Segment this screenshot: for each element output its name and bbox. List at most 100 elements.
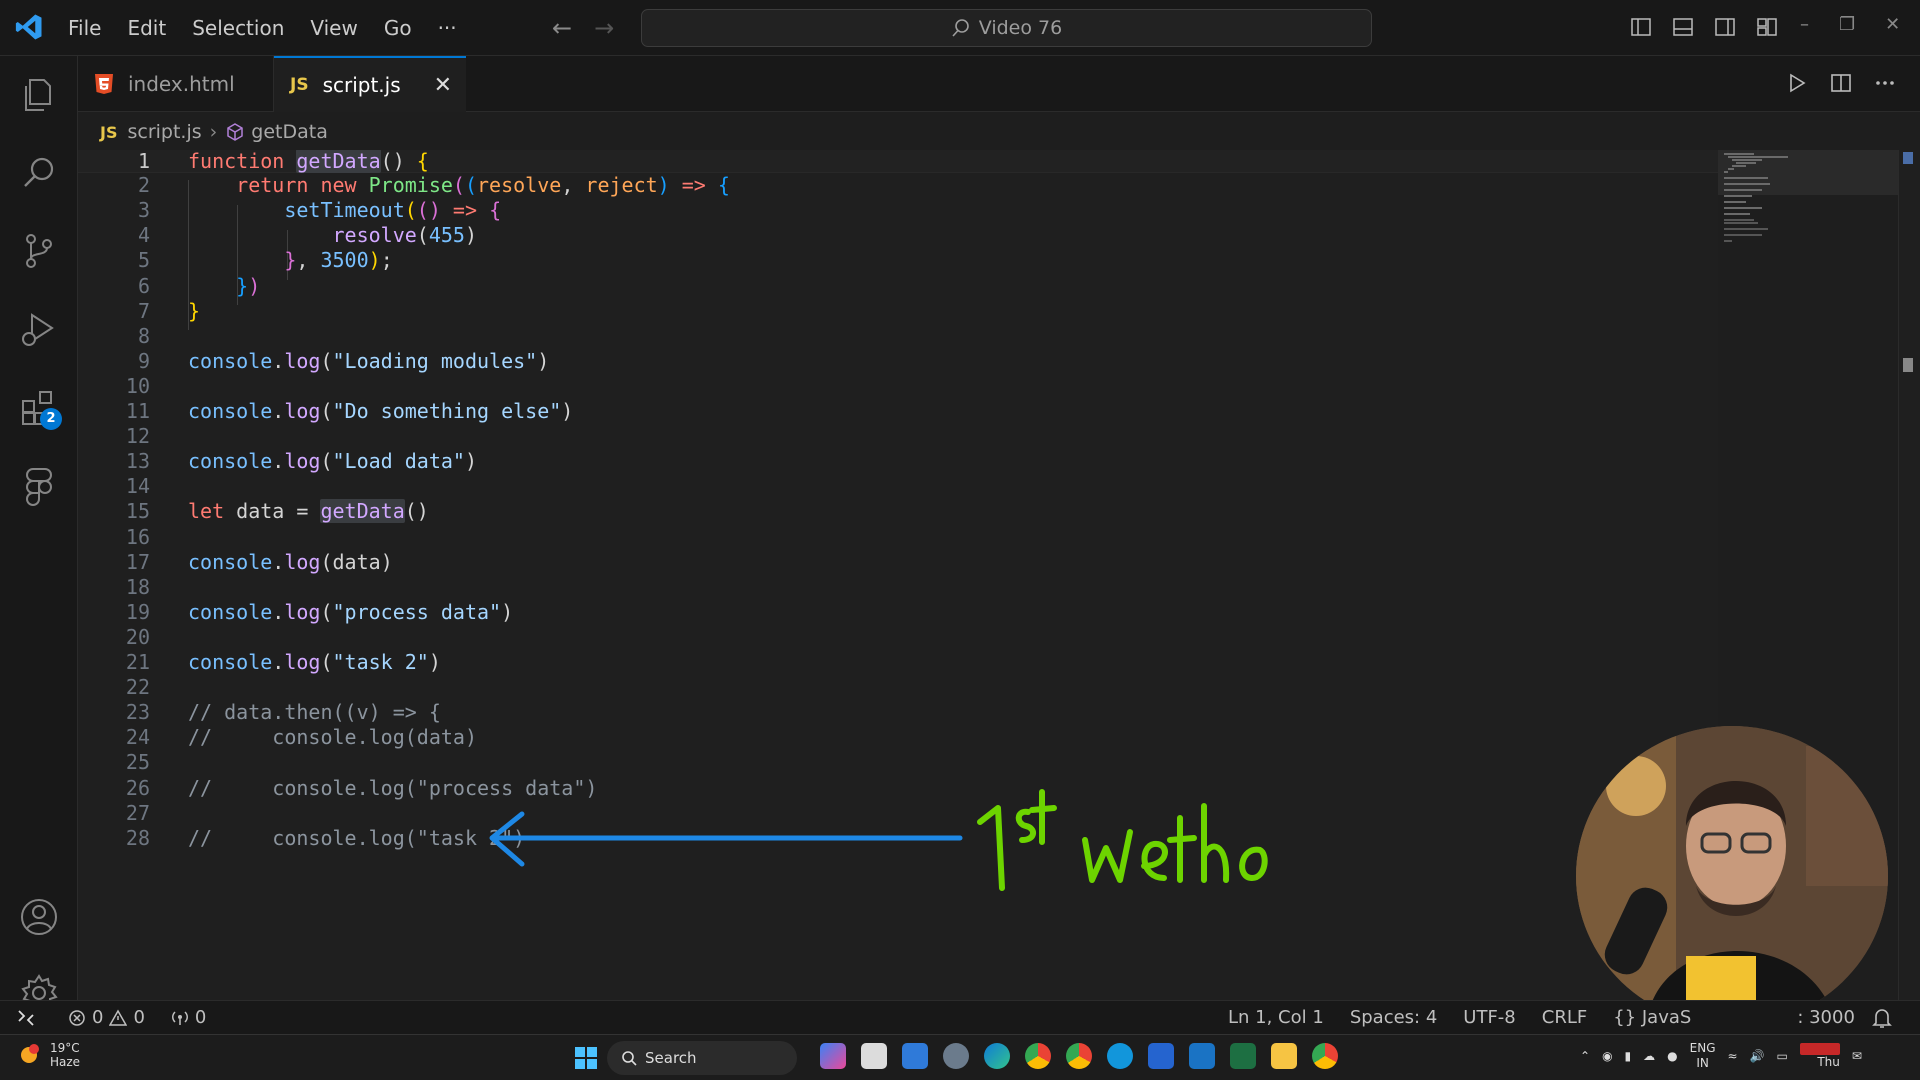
tray-overflow-icon[interactable]: ⌃ bbox=[1580, 1049, 1590, 1063]
tray-cloud-icon[interactable]: ☁ bbox=[1643, 1049, 1655, 1063]
code-line[interactable]: 26 // console.log("process data") bbox=[78, 776, 1718, 801]
breadcrumb-file[interactable]: script.js bbox=[127, 121, 201, 143]
back-arrow-icon[interactable]: ← bbox=[552, 14, 572, 42]
todo-app-icon[interactable] bbox=[1148, 1043, 1174, 1069]
volume-icon[interactable]: 🔊 bbox=[1750, 1049, 1765, 1063]
notifications-bell-icon[interactable] bbox=[1872, 1007, 1892, 1029]
menu-selection[interactable]: Selection bbox=[192, 16, 284, 40]
code-line[interactable]: 28 // console.log("task 2") bbox=[78, 826, 1718, 851]
code-line[interactable]: 8 bbox=[78, 324, 1718, 349]
tray-usb-icon[interactable]: ▮ bbox=[1625, 1049, 1632, 1063]
code-line[interactable]: 2 return new Promise((resolve, reject) =… bbox=[78, 173, 1718, 198]
menu-view[interactable]: View bbox=[310, 16, 357, 40]
file-explorer-icon[interactable] bbox=[1271, 1043, 1297, 1069]
skype-app-icon[interactable] bbox=[1107, 1043, 1133, 1069]
toggle-secondary-sidebar-icon[interactable] bbox=[1714, 16, 1736, 38]
close-window-icon[interactable]: ✕ bbox=[1885, 14, 1900, 35]
live-server-port[interactable]: : 3000 bbox=[1797, 1007, 1855, 1028]
code-line[interactable]: 11 console.log("Do something else") bbox=[78, 399, 1718, 424]
battery-icon[interactable]: ▭ bbox=[1777, 1049, 1788, 1063]
code-line[interactable]: 10 bbox=[78, 374, 1718, 399]
run-icon[interactable] bbox=[1786, 72, 1808, 94]
code-line[interactable]: 13 console.log("Load data") bbox=[78, 449, 1718, 474]
split-editor-icon[interactable] bbox=[1830, 72, 1852, 94]
excel-app-icon[interactable] bbox=[1230, 1043, 1256, 1069]
language-mode[interactable]: {} JavaS bbox=[1613, 1007, 1691, 1028]
search-sidebar-icon[interactable] bbox=[18, 152, 60, 194]
code-line[interactable]: 3 setTimeout(() => { bbox=[78, 198, 1718, 223]
chrome-app-icon[interactable] bbox=[1312, 1043, 1338, 1069]
vscode-app-icon[interactable] bbox=[1189, 1043, 1215, 1069]
menu-file[interactable]: File bbox=[68, 16, 101, 40]
language-indicator[interactable]: ENG IN bbox=[1690, 1041, 1716, 1071]
menu-more[interactable]: ··· bbox=[438, 16, 457, 40]
code-line[interactable]: 25 bbox=[78, 750, 1718, 775]
scrollbar-thumb[interactable] bbox=[1903, 152, 1913, 164]
settings-app-icon[interactable] bbox=[943, 1043, 969, 1069]
code-line[interactable]: 20 bbox=[78, 625, 1718, 650]
chrome-profile-icon[interactable] bbox=[1025, 1043, 1051, 1069]
figma-icon[interactable] bbox=[18, 464, 60, 506]
chrome-browser-icon[interactable] bbox=[1066, 1043, 1092, 1069]
indentation[interactable]: Spaces: 4 bbox=[1350, 1007, 1437, 1028]
problems-indicator[interactable]: 0 0 0 bbox=[68, 1007, 206, 1028]
taskbar-search[interactable]: Search bbox=[607, 1041, 797, 1075]
more-actions-icon[interactable] bbox=[1874, 72, 1896, 94]
cursor-position[interactable]: Ln 1, Col 1 bbox=[1228, 1007, 1324, 1028]
copilot-app-icon[interactable] bbox=[820, 1043, 846, 1069]
code-line[interactable]: 22 bbox=[78, 675, 1718, 700]
code-line[interactable]: 1 function getData() { bbox=[78, 150, 1718, 174]
tab-script-js[interactable]: JS script.js ✕ bbox=[274, 56, 466, 112]
code-line[interactable]: 23 // data.then((v) => { bbox=[78, 700, 1718, 725]
tab-index-html[interactable]: index.html bbox=[78, 56, 274, 112]
code-line[interactable]: 15 let data = getData() bbox=[78, 499, 1718, 524]
weather-widget[interactable]: 19°C Haze bbox=[16, 1041, 80, 1069]
code-line[interactable]: 4 resolve(455) bbox=[78, 223, 1718, 248]
calendar-app-icon[interactable] bbox=[902, 1043, 928, 1069]
restore-icon[interactable]: ❐ bbox=[1839, 14, 1855, 35]
forward-arrow-icon[interactable]: → bbox=[594, 14, 614, 42]
breadcrumb-symbol[interactable]: getData bbox=[251, 121, 328, 143]
vertical-scrollbar[interactable] bbox=[1898, 150, 1920, 1000]
windows-start-icon[interactable] bbox=[574, 1046, 598, 1070]
code-editor[interactable]: 1 function getData() {2 return new Promis… bbox=[78, 150, 1718, 1000]
code-line[interactable]: 27 bbox=[78, 801, 1718, 826]
code-line[interactable]: 17 console.log(data) bbox=[78, 550, 1718, 575]
code-line[interactable]: 19 console.log("process data") bbox=[78, 600, 1718, 625]
toggle-panel-icon[interactable] bbox=[1672, 16, 1694, 38]
code-line[interactable]: 18 bbox=[78, 575, 1718, 600]
menu-go[interactable]: Go bbox=[384, 16, 412, 40]
accounts-icon[interactable] bbox=[18, 896, 60, 938]
notification-center-icon[interactable]: ✉ bbox=[1852, 1049, 1862, 1063]
end-of-line[interactable]: CRLF bbox=[1542, 1007, 1587, 1028]
ports-icon[interactable] bbox=[171, 1009, 189, 1027]
line-number: 28 bbox=[125, 825, 150, 850]
code-line[interactable]: 12 bbox=[78, 424, 1718, 449]
menu-edit[interactable]: Edit bbox=[127, 16, 166, 40]
tray-app-icon[interactable]: ◉ bbox=[1602, 1049, 1612, 1063]
code-line[interactable]: 7} bbox=[78, 299, 1718, 324]
encoding[interactable]: UTF-8 bbox=[1463, 1007, 1515, 1028]
code-line[interactable]: 21 console.log("task 2") bbox=[78, 650, 1718, 675]
code-line[interactable]: 16 bbox=[78, 525, 1718, 550]
code-line[interactable]: 24 // console.log(data) bbox=[78, 725, 1718, 750]
run-and-debug-icon[interactable] bbox=[18, 308, 60, 350]
code-line[interactable]: 14 bbox=[78, 474, 1718, 499]
minimize-icon[interactable]: – bbox=[1800, 14, 1809, 35]
code-line[interactable]: 9 console.log("Loading modules") bbox=[78, 349, 1718, 374]
wifi-icon[interactable]: ≈ bbox=[1728, 1049, 1738, 1063]
task-view-icon[interactable] bbox=[861, 1043, 887, 1069]
command-center[interactable]: Video 76 bbox=[641, 9, 1372, 47]
tray-mic-icon[interactable]: ● bbox=[1667, 1049, 1677, 1063]
edge-browser-icon[interactable] bbox=[984, 1043, 1010, 1069]
code-line[interactable]: 6 }) bbox=[78, 274, 1718, 299]
code-line[interactable]: 5 }, 3500); bbox=[78, 248, 1718, 273]
toggle-primary-sidebar-icon[interactable] bbox=[1630, 16, 1652, 38]
explorer-icon[interactable] bbox=[18, 74, 60, 116]
remote-indicator[interactable] bbox=[0, 1001, 52, 1035]
source-control-icon[interactable] bbox=[18, 230, 60, 272]
clock[interactable]: Thu bbox=[1799, 1042, 1840, 1070]
customize-layout-icon[interactable] bbox=[1756, 16, 1778, 38]
code-token: console bbox=[188, 650, 273, 674]
close-tab-icon[interactable]: ✕ bbox=[434, 73, 452, 98]
